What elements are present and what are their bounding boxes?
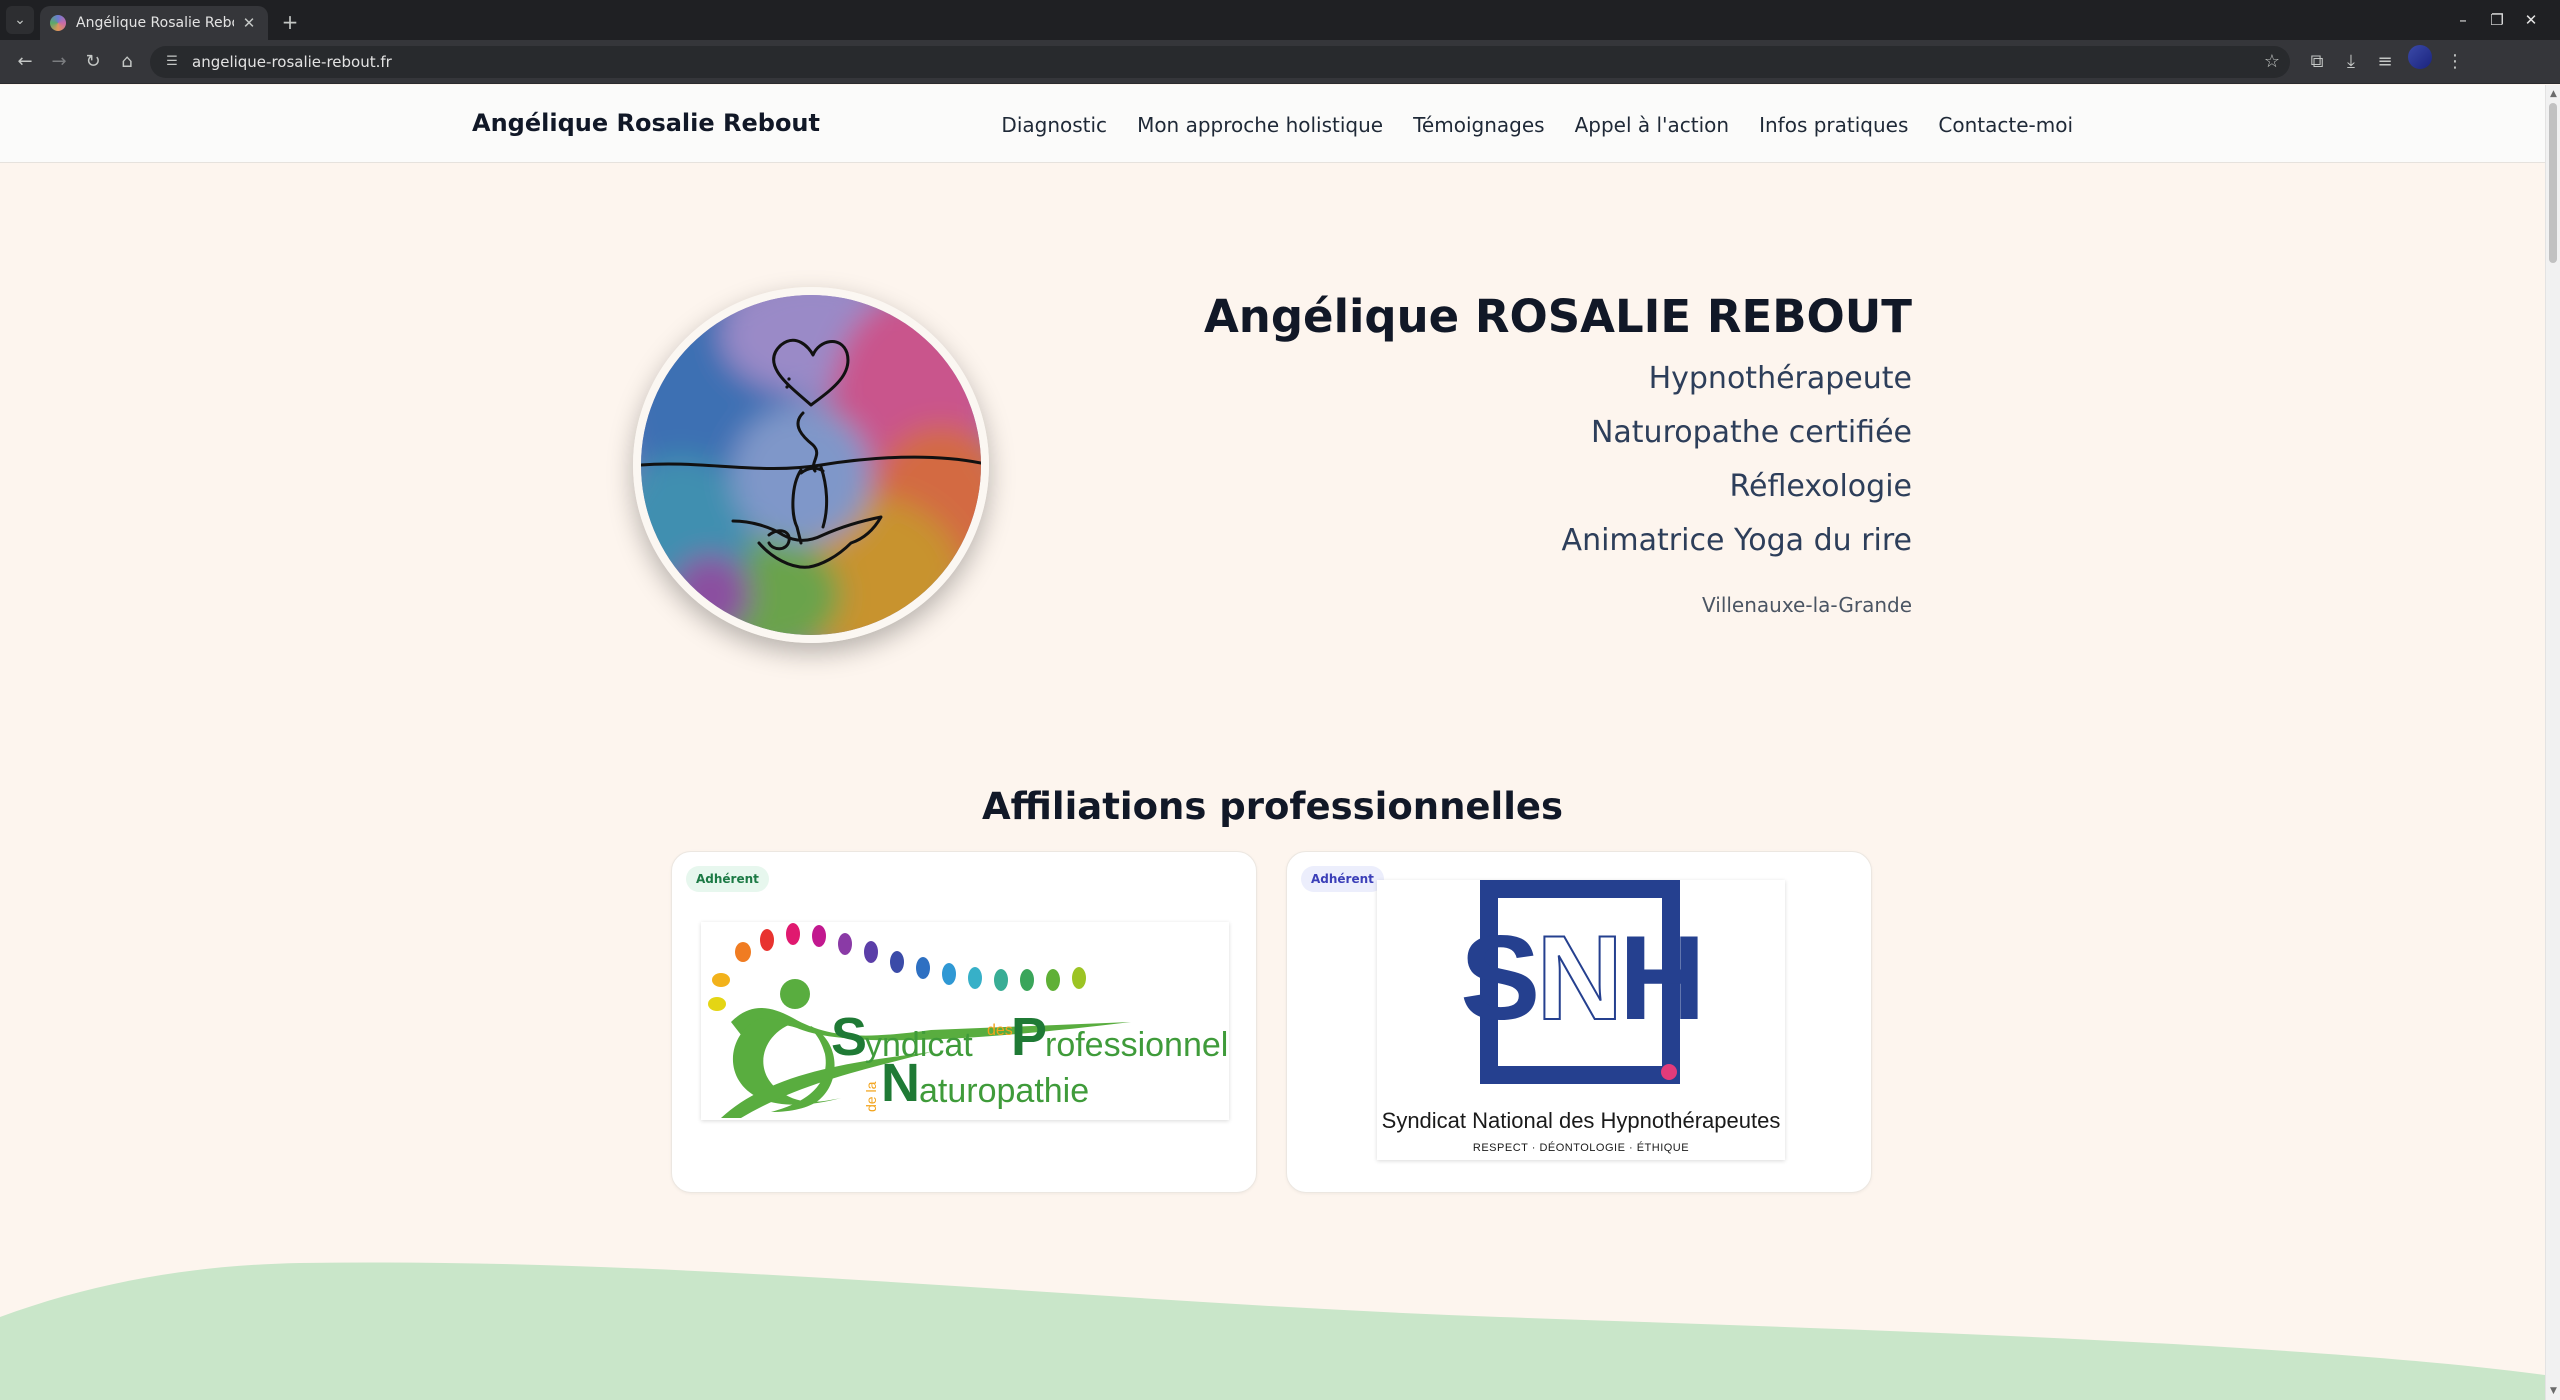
reload-icon[interactable]: ↻: [76, 45, 110, 79]
browser-tab[interactable]: Angélique Rosalie Rebout – ✕: [40, 6, 268, 40]
spn-word-rofessionnels: rofessionnels: [1045, 1026, 1229, 1064]
nav-contact[interactable]: Contacte-moi: [1938, 113, 2073, 137]
site-info-icon[interactable]: ☰: [160, 50, 184, 74]
member-badge: Adhérent: [1301, 866, 1384, 892]
snh-letters: SNH: [1377, 898, 1785, 1058]
snh-letter-n: N: [1535, 910, 1624, 1046]
tab-search-icon[interactable]: ⌄: [6, 6, 34, 34]
page-viewport: Angélique Rosalie Rebout Diagnostic Mon …: [0, 85, 2545, 1400]
forward-icon[interactable]: →: [42, 45, 76, 79]
member-badge: Adhérent: [686, 866, 769, 892]
url-text[interactable]: angelique-rosalie-rebout.fr: [192, 53, 2264, 71]
tab-title: Angélique Rosalie Rebout –: [76, 15, 234, 31]
browser-tab-bar: ⌄ Angélique Rosalie Rebout – ✕ + – ❐ ✕: [0, 0, 2560, 40]
back-icon[interactable]: ←: [8, 45, 42, 79]
new-tab-icon[interactable]: +: [276, 8, 304, 36]
spn-word-des: des: [987, 1022, 1013, 1039]
snh-name: Syndicat National des Hypnothérapeutes: [1381, 1108, 1781, 1133]
address-bar[interactable]: ☰ angelique-rosalie-rebout.fr ☆: [150, 45, 2290, 78]
hero-role-hypnotherapeute: Hypnothérapeute: [1648, 361, 1912, 396]
scroll-down-icon[interactable]: ▼: [2546, 1384, 2560, 1398]
hero-role-reflexologie: Réflexologie: [1729, 469, 1913, 504]
media-controls-icon[interactable]: ≡: [2368, 45, 2402, 79]
affiliation-card-snh: Adhérent SNH Syndicat National des Hypno…: [1286, 851, 1872, 1193]
spn-word-de-la: de la: [863, 1081, 879, 1112]
hero-logo-image: [633, 287, 989, 643]
snh-tagline: RESPECT · DÉONTOLOGIE · ÉTHIQUE: [1472, 1142, 1690, 1154]
affiliations-title: Affiliations professionnelles: [981, 785, 1563, 828]
window-controls: – ❐ ✕: [2446, 0, 2560, 40]
hero-role-naturopathe: Naturopathe certifiée: [1590, 415, 1912, 450]
home-icon[interactable]: ⌂: [110, 45, 144, 79]
main-nav: Diagnostic Mon approche holistique Témoi…: [1001, 113, 2073, 137]
bookmark-star-icon[interactable]: ☆: [2264, 51, 2280, 72]
close-tab-icon[interactable]: ✕: [240, 14, 258, 32]
downloads-icon[interactable]: ⤓: [2334, 45, 2368, 79]
snh-letter-s: S: [1460, 911, 1540, 1045]
spn-word-aturopathie: aturopathie: [919, 1072, 1090, 1110]
nav-approche-holistique[interactable]: Mon approche holistique: [1137, 113, 1383, 137]
affiliation-card-spn: Adhérent S yndicat des P rofessionnels d…: [671, 851, 1257, 1193]
snh-letter-h: H: [1619, 911, 1706, 1045]
nav-appel-action[interactable]: Appel à l'action: [1575, 113, 1730, 137]
scroll-thumb[interactable]: [2549, 103, 2557, 263]
hand-heart-illustration: [641, 295, 981, 635]
nav-diagnostic[interactable]: Diagnostic: [1001, 113, 1107, 137]
site-header: Angélique Rosalie Rebout Diagnostic Mon …: [0, 85, 2545, 163]
spn-logo: S yndicat des P rofessionnels de la N at…: [701, 922, 1229, 1120]
menu-kebab-icon[interactable]: ⋮: [2438, 45, 2472, 79]
restore-icon[interactable]: ❐: [2480, 11, 2514, 29]
browser-toolbar: ← → ↻ ⌂ ☰ angelique-rosalie-rebout.fr ☆ …: [0, 40, 2560, 84]
hero-location: Villenauxe-la-Grande: [1702, 593, 1912, 617]
spn-letter-s: S: [831, 1007, 868, 1067]
nav-temoignages[interactable]: Témoignages: [1413, 113, 1544, 137]
site-brand[interactable]: Angélique Rosalie Rebout: [472, 109, 820, 137]
decorative-wave: [0, 1262, 2545, 1400]
favicon-icon: [50, 15, 66, 31]
extensions-icon[interactable]: ⧉: [2300, 45, 2334, 79]
page-scrollbar[interactable]: ▲ ▼: [2545, 85, 2560, 1400]
close-window-icon[interactable]: ✕: [2514, 11, 2548, 29]
hero-name: Angélique ROSALIE REBOUT: [1203, 290, 1912, 343]
snh-logo: SNH Syndicat National des Hypnothérapeut…: [1377, 880, 1785, 1160]
hero-role-yoga-du-rire: Animatrice Yoga du rire: [1561, 523, 1912, 558]
spn-letter-p: P: [1011, 1007, 1048, 1067]
minimize-icon[interactable]: –: [2446, 11, 2480, 29]
spn-letter-n: N: [881, 1053, 920, 1113]
profile-avatar[interactable]: [2408, 44, 2432, 69]
nav-infos-pratiques[interactable]: Infos pratiques: [1759, 113, 1908, 137]
snh-dot: [1661, 1064, 1677, 1080]
hero-intro: Angélique ROSALIE REBOUT Hypnothérapeute…: [1204, 290, 1912, 617]
scroll-up-icon[interactable]: ▲: [2546, 87, 2560, 101]
